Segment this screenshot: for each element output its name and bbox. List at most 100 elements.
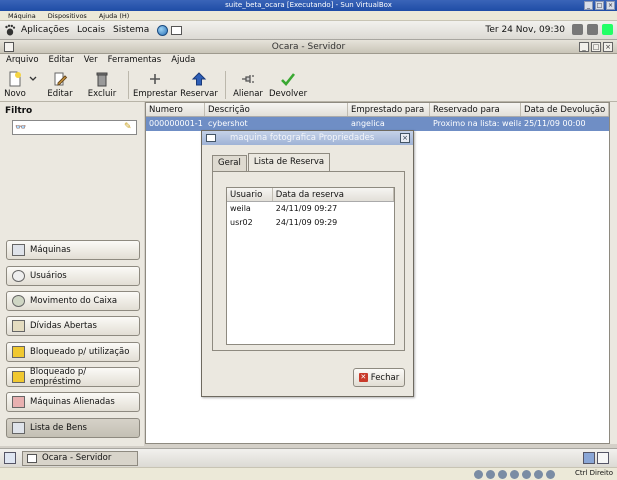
close-icon: ✕ xyxy=(358,373,368,382)
sidebar-item-label: Movimento do Caixa xyxy=(30,296,118,306)
editar-button[interactable]: Editar xyxy=(40,67,80,102)
arrow-up-icon xyxy=(191,72,207,86)
sidebar-item-label: Usuários xyxy=(30,271,67,281)
hdd-icon[interactable] xyxy=(474,470,483,479)
excluir-button[interactable]: Excluir xyxy=(80,67,124,102)
column-header-data-devolucao[interactable]: Data de Devolução xyxy=(521,103,609,116)
menu-ver[interactable]: Ver xyxy=(84,54,98,67)
sidebar-item-movimento-caixa[interactable]: Movimento do Caixa xyxy=(6,291,140,311)
menu-ferramentas[interactable]: Ferramentas xyxy=(108,54,162,67)
app-minimize-icon[interactable]: _ xyxy=(579,42,589,52)
alienar-label: Alienar xyxy=(233,89,263,99)
cd-icon[interactable] xyxy=(486,470,495,479)
clear-broom-icon[interactable]: ✎ xyxy=(124,122,134,133)
novo-label: Novo xyxy=(4,89,26,99)
table-header: Numero Descrição Emprestado para Reserva… xyxy=(146,103,609,117)
column-header-numero[interactable]: Numero xyxy=(146,103,205,116)
shared-folder-icon[interactable] xyxy=(534,470,543,479)
dialog-title-bar[interactable]: maquina fotografica Propriedades × xyxy=(202,131,413,145)
list-item[interactable]: usr02 24/11/09 09:29 xyxy=(227,216,394,230)
fechar-button[interactable]: ✕ Fechar xyxy=(353,368,405,387)
alienated-machine-icon xyxy=(12,396,25,408)
app-menu-bar: Arquivo Editar Ver Ferramentas Ajuda xyxy=(0,54,617,67)
gnome-foot-icon[interactable] xyxy=(4,24,16,36)
close-icon[interactable]: × xyxy=(606,1,615,10)
alienar-button[interactable]: Alienar xyxy=(230,67,266,102)
sidebar-item-bloqueado-emprestimo[interactable]: Bloqueado p/ empréstimo xyxy=(6,367,140,387)
novo-dropdown-chevron-icon[interactable] xyxy=(26,67,40,102)
devolver-button[interactable]: Devolver xyxy=(266,67,310,102)
sidebar-item-label: Máquinas xyxy=(30,245,71,255)
column-header-reservado-para[interactable]: Reservado para xyxy=(430,103,521,116)
table-cell: Proximo na lista: weila xyxy=(433,119,521,128)
taskbar-window-button[interactable]: Ocara - Servidor xyxy=(22,450,138,466)
vbox-menu-ajuda[interactable]: Ajuda (H) xyxy=(99,11,130,20)
usb-icon[interactable] xyxy=(522,470,531,479)
table-cell: angelica xyxy=(351,119,385,128)
column-header-descricao[interactable]: Descrição xyxy=(205,103,348,116)
floppy-icon[interactable] xyxy=(498,470,507,479)
dialog-close-icon[interactable]: × xyxy=(400,133,410,143)
menu-sistema[interactable]: Sistema xyxy=(113,25,149,35)
speaker-icon[interactable] xyxy=(572,24,583,35)
dialog-window-icon xyxy=(206,134,216,142)
novo-button[interactable]: Novo xyxy=(4,67,26,102)
sidebar-item-dividas-abertas[interactable]: Dívidas Abertas xyxy=(6,316,140,336)
maximize-icon[interactable]: □ xyxy=(595,1,604,10)
check-icon xyxy=(281,73,296,86)
plug-icon xyxy=(242,75,254,83)
app-close-icon[interactable]: × xyxy=(603,42,613,52)
menu-locais[interactable]: Locais xyxy=(77,25,105,35)
window-right-border xyxy=(610,102,617,444)
tab-geral[interactable]: Geral xyxy=(212,155,247,171)
edit-icon xyxy=(54,72,68,86)
sidebar-item-maquinas[interactable]: Máquinas xyxy=(6,240,140,260)
table-cell: 25/11/09 00:00 xyxy=(524,119,586,128)
emprestar-label: Emprestar xyxy=(132,89,178,99)
toolbar-separator xyxy=(128,71,129,99)
filter-input[interactable]: 👓 ✎ xyxy=(12,120,137,135)
gnome-top-panel: Aplicações Locais Sistema Ter 24 Nov, 09… xyxy=(0,21,617,40)
column-header-data-reserva[interactable]: Data da reserva xyxy=(273,188,394,201)
window-menu-icon[interactable] xyxy=(4,42,14,52)
tab-lista-de-reserva[interactable]: Lista de Reserva xyxy=(247,153,331,171)
workspace-1[interactable] xyxy=(583,452,595,464)
workspace-switcher xyxy=(583,452,609,464)
app-maximize-icon[interactable]: □ xyxy=(591,42,601,52)
menu-arquivo[interactable]: Arquivo xyxy=(6,54,39,67)
menu-aplicacoes[interactable]: Aplicações xyxy=(21,25,69,35)
sidebar-item-maquinas-alienadas[interactable]: Máquinas Alienadas xyxy=(6,392,140,412)
vbox-menu-dispositivos[interactable]: Dispositivos xyxy=(48,11,87,20)
sidebar-item-label: Máquinas Alienadas xyxy=(30,397,115,407)
lock-icon xyxy=(12,346,25,358)
list-cell: weila xyxy=(230,204,251,213)
emprestar-button[interactable]: Emprestar xyxy=(133,67,177,102)
minimize-icon[interactable]: _ xyxy=(584,1,593,10)
power-icon[interactable] xyxy=(602,24,613,35)
vbox-menu-maquina[interactable]: Máquina xyxy=(8,11,36,20)
network-icon[interactable] xyxy=(510,470,519,479)
mouse-integration-icon[interactable] xyxy=(546,470,555,479)
email-icon[interactable] xyxy=(171,25,183,35)
toolbar-separator xyxy=(225,71,226,99)
menu-editar[interactable]: Editar xyxy=(49,54,74,67)
column-header-emprestado-para[interactable]: Emprestado para xyxy=(348,103,430,116)
sidebar-item-usuarios[interactable]: Usuários xyxy=(6,266,140,286)
asset-list-icon xyxy=(12,422,25,434)
binoculars-icon: 👓 xyxy=(15,123,27,133)
web-browser-icon[interactable] xyxy=(157,24,169,36)
show-desktop-icon[interactable] xyxy=(4,452,16,464)
reservar-button[interactable]: Reservar xyxy=(177,67,221,102)
sidebar-item-lista-de-bens[interactable]: Lista de Bens xyxy=(6,418,140,438)
workspace-2[interactable] xyxy=(597,452,609,464)
network-icon[interactable] xyxy=(587,24,598,35)
sidebar: Filtro 👓 ✎ Máquinas Usuários Movimento d… xyxy=(0,102,144,446)
column-header-usuario[interactable]: Usuario xyxy=(227,188,273,201)
menu-ajuda[interactable]: Ajuda xyxy=(171,54,195,67)
table-row[interactable]: 000000001-1 cybershot angelica Proximo n… xyxy=(146,117,609,131)
list-item[interactable]: weila 24/11/09 09:27 xyxy=(227,202,394,216)
sidebar-item-bloqueado-utilizacao[interactable]: Bloqueado p/ utilização xyxy=(6,342,140,362)
clock[interactable]: Ter 24 Nov, 09:30 xyxy=(485,25,565,35)
toolbar: Novo Editar Excluir Emprestar Reservar A… xyxy=(0,67,617,102)
editar-label: Editar xyxy=(47,89,73,99)
